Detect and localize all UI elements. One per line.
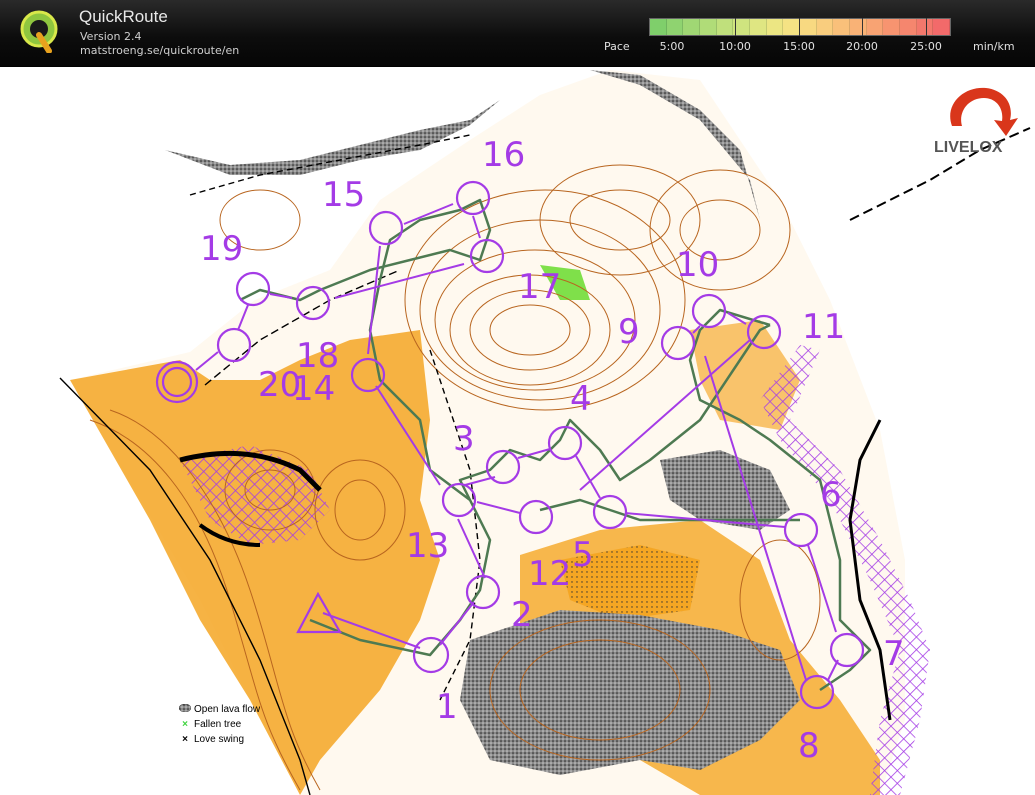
pace-unit: min/km <box>973 40 1015 53</box>
control-number: 8 <box>798 726 820 766</box>
pace-tick-label: 25:00 <box>910 40 942 53</box>
love-swing-icon: × <box>182 734 188 745</box>
pace-color-scale <box>649 18 951 36</box>
pace-tick-mark <box>926 18 927 36</box>
app-version: Version 2.4 <box>80 30 142 43</box>
pace-tick-label: 5:00 <box>659 40 685 53</box>
livelox-logo-icon: LIVELOX <box>934 87 1018 156</box>
control-number: 20 <box>258 365 301 405</box>
pace-label: Pace <box>604 40 630 53</box>
control-number: 11 <box>802 307 845 347</box>
app-header: QuickRoute Version 2.4 matstroeng.se/qui… <box>0 0 1035 67</box>
control-number: 5 <box>572 535 594 575</box>
pace-tick-mark <box>799 18 800 36</box>
control-number: 12 <box>528 554 571 594</box>
control-number: 1 <box>436 687 458 727</box>
pace-tick-mark <box>862 18 863 36</box>
quickroute-logo-icon <box>20 10 58 53</box>
pace-tick-label: 20:00 <box>846 40 878 53</box>
pace-tick-mark <box>735 18 736 36</box>
map-legend: Open lava flow × Fallen tree × Love swin… <box>178 702 260 747</box>
control-number: 3 <box>453 419 475 459</box>
legend-label: Fallen tree <box>194 719 242 730</box>
legend-item: × Love swing <box>178 732 260 747</box>
control-number: 7 <box>883 634 905 674</box>
control-number: 16 <box>482 135 525 175</box>
control-number: 9 <box>618 312 640 352</box>
control-number: 13 <box>406 526 449 566</box>
map-canvas[interactable]: 1 2 3 4 5 6 7 8 9 10 11 12 13 14 15 16 1… <box>0 67 1035 795</box>
control-number: 15 <box>322 175 365 215</box>
pace-tick-label: 10:00 <box>719 40 751 53</box>
legend-item: × Fallen tree <box>178 717 260 732</box>
legend-label: Love swing <box>194 734 245 745</box>
control-number: 10 <box>676 245 719 285</box>
control-number: 6 <box>820 475 842 515</box>
legend-item: Open lava flow <box>178 702 260 717</box>
fallen-tree-icon: × <box>182 719 188 730</box>
legend-label: Open lava flow <box>194 704 261 715</box>
control-number: 4 <box>570 379 592 419</box>
app-title: QuickRoute <box>79 7 168 26</box>
app-url[interactable]: matstroeng.se/quickroute/en <box>80 44 239 57</box>
orienteering-map[interactable]: 1 2 3 4 5 6 7 8 9 10 11 12 13 14 15 16 1… <box>0 67 1035 795</box>
control-number: 18 <box>296 336 339 376</box>
pace-tick-label: 15:00 <box>783 40 815 53</box>
control-number: 17 <box>518 267 561 307</box>
livelox-wordmark: LIVELOX <box>934 139 1003 156</box>
control-number: 19 <box>200 229 243 269</box>
lava-icon <box>178 703 192 715</box>
control-number: 2 <box>511 595 533 635</box>
